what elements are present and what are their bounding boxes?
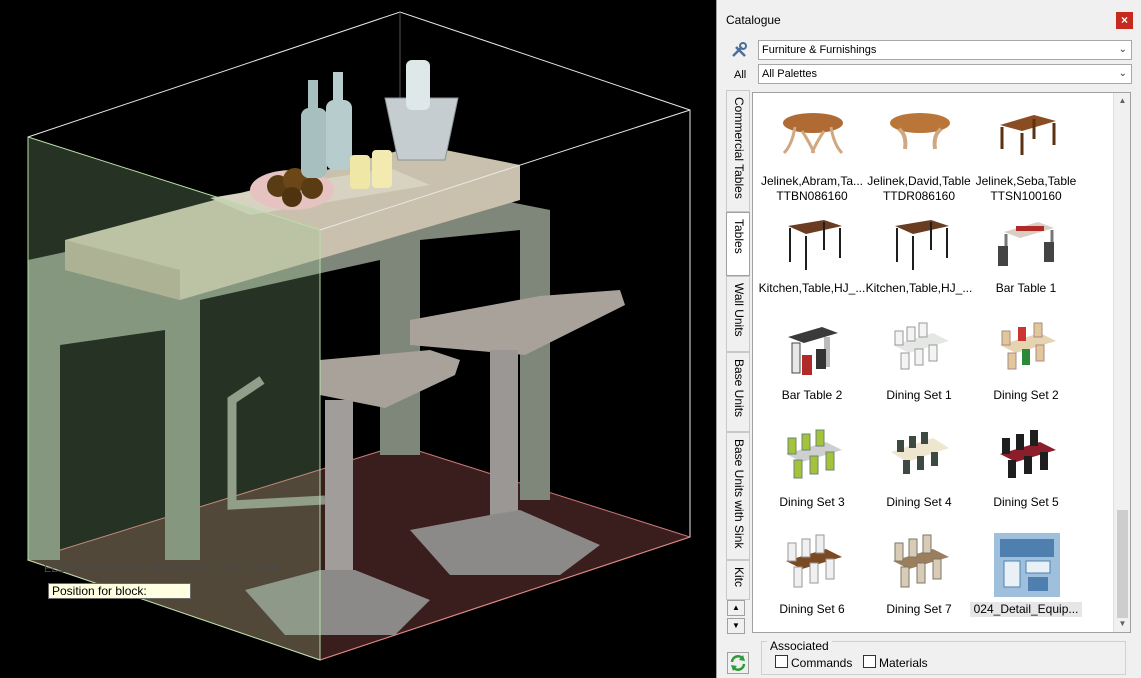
chevron-down-icon: ⌄ (1118, 68, 1127, 79)
close-button[interactable]: × (1116, 12, 1133, 29)
item-label: 024_Detail_Equip... (970, 602, 1082, 617)
tab-label: Tables (732, 219, 746, 254)
tab-base-units-with-sink[interactable]: Base Units with Sink (726, 432, 750, 560)
dining-set-icon (891, 432, 949, 474)
item-label: Bar Table 1 (995, 281, 1057, 295)
catalogue-item[interactable]: Dining Set 7 (863, 529, 971, 629)
catalogue-panel: Catalogue × All Furniture & Furnishings … (716, 0, 1141, 678)
kitchen-table-icon (788, 220, 842, 270)
catalogue-item[interactable]: Dining Set 3 (756, 422, 864, 522)
commands-checkbox[interactable] (775, 655, 788, 668)
rect-table-icon (1000, 115, 1056, 155)
catalogue-item-grid: Jelinek,Abram,Ta... TTBN086160 Jelinek,Da… (752, 92, 1131, 633)
category-dropdown-value: Furniture & Furnishings (762, 44, 877, 56)
item-label: Dining Set 5 (993, 495, 1059, 509)
catalogue-item[interactable]: Dining Set 5 (970, 422, 1078, 522)
refresh-button[interactable] (727, 652, 749, 674)
tab-label: Commercial Tables (732, 97, 746, 199)
category-dropdown[interactable]: Furniture & Furnishings ⌄ (758, 40, 1132, 60)
vertical-scrollbar[interactable]: ▲ ▼ (1113, 93, 1130, 632)
item-label: Dining Set 3 (779, 495, 845, 509)
3d-viewport[interactable]: ELEVATION <0.00> OFFSET <0.00: 0.00: 0.0… (0, 0, 716, 678)
scroll-up-icon[interactable]: ▲ (1114, 93, 1130, 109)
item-label: Dining Set 6 (779, 602, 845, 616)
tab-kitchen[interactable]: Kitc (726, 560, 750, 600)
dining-set-icon (786, 534, 842, 588)
wrench-screwdriver-icon[interactable] (730, 41, 748, 59)
item-label: Bar Table 2 (781, 388, 843, 402)
chevron-down-icon: ⌄ (1118, 44, 1127, 55)
tab-label: Base Units (732, 359, 746, 418)
item-label: Kitchen,Table,HJ_... (865, 281, 973, 295)
tab-scroll-down-icon[interactable]: ▼ (727, 618, 745, 634)
palette-tabs: Commercial Tables Tables Wall Units Base… (726, 90, 750, 636)
scroll-down-icon[interactable]: ▼ (1114, 616, 1130, 632)
catalogue-header: Catalogue (717, 6, 1141, 34)
dining-set-icon (786, 429, 842, 479)
scrollbar-thumb[interactable] (1117, 510, 1128, 618)
dining-set-icon (893, 322, 949, 370)
catalogue-item[interactable]: Bar Table 1 (970, 208, 1078, 308)
oval-table-icon (782, 113, 844, 155)
catalogue-item[interactable]: Jelinek,Abram,Ta... TTBN086160 (756, 101, 864, 203)
bar-table-icon (788, 327, 838, 375)
catalogue-item[interactable]: Dining Set 4 (863, 422, 971, 522)
materials-checkbox[interactable] (863, 655, 876, 668)
catalogue-item[interactable]: Kitchen,Table,HJ_... (863, 208, 972, 308)
all-label[interactable]: All (734, 69, 746, 81)
tab-label: Kitc (732, 567, 746, 588)
catalogue-item[interactable]: Dining Set 6 (756, 529, 864, 629)
item-label: Kitchen,Table,HJ_... (758, 281, 866, 295)
palette-dropdown[interactable]: All Palettes ⌄ (758, 64, 1132, 84)
bar-scene-drawing (26, 11, 692, 661)
associated-title: Associated (767, 639, 832, 653)
catalogue-item[interactable]: Dining Set 1 (863, 315, 971, 415)
catalogue-item[interactable]: Jelinek,Seba,Table TTSN100160 (970, 101, 1078, 203)
refresh-icon (730, 655, 746, 671)
kitchen-table-icon (895, 220, 949, 270)
dining-set-icon (1000, 430, 1056, 478)
palette-dropdown-value: All Palettes (762, 68, 818, 80)
commands-label: Commands (791, 656, 853, 670)
tab-commercial-tables[interactable]: Commercial Tables (726, 90, 750, 212)
elevation-offset-readout: ELEVATION <0.00> OFFSET <0.00: 0.00: 0.0… (44, 563, 281, 575)
catalogue-item-selected[interactable]: 024_Detail_Equip... (970, 529, 1082, 629)
dining-set-icon (893, 534, 949, 588)
tab-wall-units[interactable]: Wall Units (726, 276, 750, 352)
position-tooltip: Position for block: (48, 583, 191, 599)
catalogue-item[interactable]: Kitchen,Table,HJ_... (756, 208, 865, 308)
item-label: Jelinek,David,Table TTDR086160 (867, 174, 971, 203)
item-label: Jelinek,Abram,Ta... TTBN086160 (760, 174, 864, 203)
dining-set-icon (1000, 322, 1056, 370)
item-label: Dining Set 1 (886, 388, 952, 402)
tab-tables[interactable]: Tables (726, 212, 750, 276)
catalogue-item[interactable]: Bar Table 2 (756, 315, 864, 415)
catalogue-item[interactable]: Dining Set 2 (970, 315, 1078, 415)
oval-table-icon (890, 113, 950, 150)
item-label: Jelinek,Seba,Table TTSN100160 (975, 174, 1077, 203)
item-label: Dining Set 2 (993, 388, 1059, 402)
catalogue-item[interactable]: Jelinek,David,Table TTDR086160 (863, 101, 971, 203)
materials-label: Materials (879, 656, 928, 670)
catalogue-title: Catalogue (726, 13, 781, 27)
tab-base-units[interactable]: Base Units (726, 352, 750, 432)
detail-equipment-icon (994, 533, 1060, 597)
item-label: Dining Set 4 (886, 495, 952, 509)
tab-scroll-up-icon[interactable]: ▲ (727, 600, 745, 616)
item-label: Dining Set 7 (886, 602, 952, 616)
bar-table-icon (998, 222, 1054, 266)
tab-label: Base Units with Sink (732, 439, 746, 549)
tab-label: Wall Units (732, 283, 746, 337)
